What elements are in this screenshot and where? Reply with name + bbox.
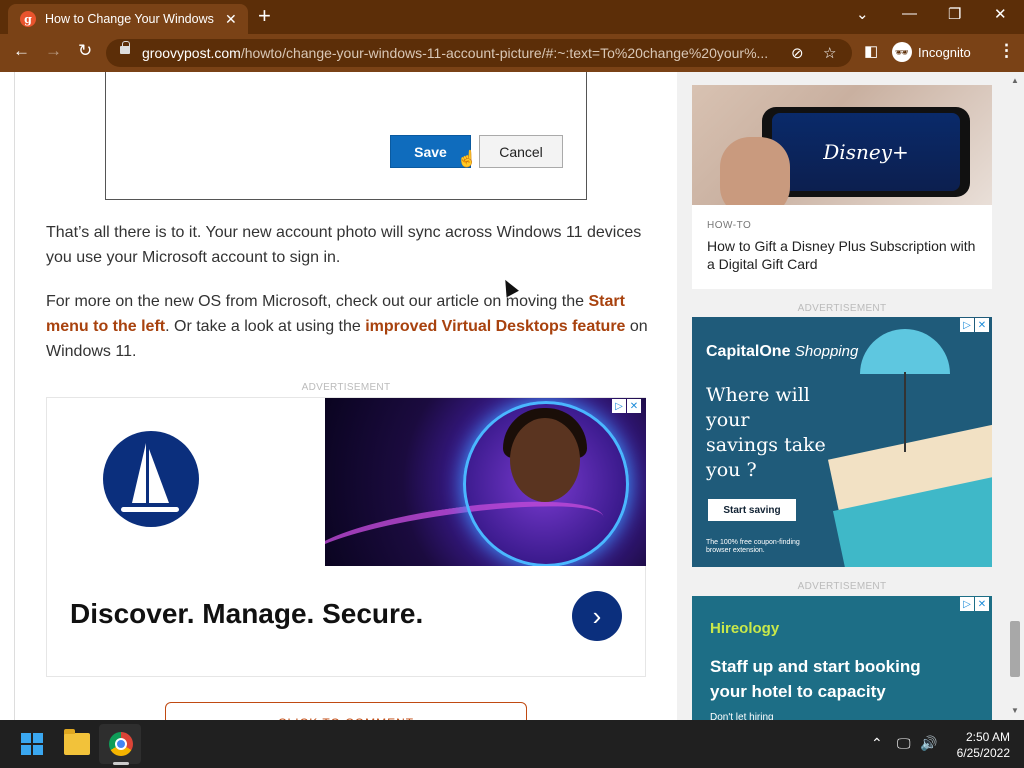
incognito-label: Incognito	[918, 44, 971, 60]
file-explorer-icon[interactable]	[64, 729, 90, 755]
tab-close-icon[interactable]: ✕	[225, 11, 237, 28]
ad-headline: Discover. Manage. Secure.	[70, 598, 424, 629]
clock-time: 2:50 AM	[965, 730, 1010, 744]
sailpoint-ad[interactable]: ▷ ✕ Discover. Manage. Secure. ›	[46, 397, 646, 677]
new-tab-button[interactable]: +	[258, 5, 271, 27]
content-border	[14, 72, 15, 720]
capital-one-logo: CapitalOne Shopping	[706, 343, 859, 360]
adchoices-icon[interactable]: ▷	[612, 399, 626, 413]
ad-close-icon[interactable]: ✕	[975, 597, 989, 611]
ad-label: ADVERTISEMENT	[301, 382, 391, 393]
start-button-icon[interactable]	[21, 733, 43, 755]
adchoices[interactable]: ▷ ✕	[960, 597, 989, 611]
scroll-thumb[interactable]	[1010, 621, 1020, 677]
disney-plus-image: Disney+	[692, 85, 992, 205]
clock-date: 6/25/2022	[956, 746, 1010, 760]
adchoices[interactable]: ▷ ✕	[960, 318, 989, 332]
scroll-up-icon[interactable]: ▲	[1011, 76, 1019, 85]
restore-button[interactable]: ❐	[948, 5, 961, 23]
ad-hero-image: ▷ ✕	[325, 398, 646, 566]
hireology-headline: Staff up and start booking your hotel to…	[710, 657, 921, 701]
tab-strip: g How to Change Your Windows 11 ✕ + ⌄ — …	[0, 0, 1024, 34]
ad-close-icon[interactable]: ✕	[627, 399, 641, 413]
sidebar-ad-label-1: ADVERTISEMENT	[797, 303, 887, 314]
chrome-icon[interactable]	[109, 732, 133, 756]
adchoices-icon[interactable]: ▷	[960, 597, 974, 611]
url-path: /howto/change-your-windows-11-account-pi…	[240, 45, 769, 61]
scroll-down-icon[interactable]: ▼	[1011, 706, 1019, 715]
capital-one-fineprint: The 100% free coupon-finding browser ext…	[706, 539, 800, 554]
article-paragraph-1: That’s all there is to it. Your new acco…	[46, 224, 642, 266]
comment-button[interactable]: CLICK TO COMMENT	[165, 702, 527, 720]
web-page: Save Cancel ☝ That’s all there is to it.…	[0, 72, 1024, 720]
hireology-logo: Hireology	[710, 620, 780, 637]
capital-one-ad[interactable]: CapitalOne Shopping Where will your savi…	[692, 317, 992, 567]
address-bar[interactable]: groovypost.com/howto/change-your-windows…	[106, 39, 852, 67]
screenshot-dialog-image: Save Cancel ☝	[105, 72, 587, 200]
url-text[interactable]: groovypost.com/howto/change-your-windows…	[142, 45, 782, 61]
active-app-indicator	[113, 762, 129, 765]
tab-search-icon[interactable]: ⌄	[856, 5, 869, 23]
start-saving-button[interactable]: Start saving	[708, 499, 796, 521]
sailpoint-logo-icon	[103, 431, 199, 527]
browser-toolbar: ← → ↻ groovypost.com/howto/change-your-w…	[0, 34, 1024, 72]
page-scrollbar[interactable]: ▲ ▼	[1007, 72, 1024, 720]
taskbar: ⌃ 🖵 🔊 2:50 AM 6/25/2022	[0, 720, 1024, 768]
system-clock[interactable]: 2:50 AM 6/25/2022	[946, 729, 1010, 761]
reload-button[interactable]: ↻	[78, 41, 92, 61]
side-panel-icon[interactable]: ◧	[864, 42, 878, 60]
bookmark-star-icon[interactable]: ☆	[823, 44, 836, 62]
back-button[interactable]: ←	[13, 41, 30, 61]
hireology-fineprint: Don't let hiring	[710, 712, 774, 720]
forward-button[interactable]: →	[45, 41, 62, 61]
card-title[interactable]: How to Gift a Disney Plus Subscription w…	[707, 237, 979, 273]
ad-close-icon[interactable]: ✕	[975, 318, 989, 332]
lock-icon[interactable]	[120, 41, 130, 54]
eye-slash-icon[interactable]: ⊘	[791, 44, 804, 62]
virtual-desktops-link[interactable]: improved Virtual Desktops feature	[365, 318, 625, 335]
disney-plus-screen: Disney+	[772, 113, 960, 191]
minimize-button[interactable]: —	[902, 5, 917, 22]
tray-overflow-icon[interactable]: ⌃	[871, 735, 883, 752]
sidebar-ad-label-2: ADVERTISEMENT	[797, 581, 887, 592]
card-category: HOW-TO	[707, 220, 752, 231]
related-article-card[interactable]: Disney+ HOW-TO How to Gift a Disney Plus…	[692, 85, 992, 289]
cancel-button: Cancel	[479, 135, 563, 168]
hireology-ad[interactable]: Hireology Staff up and start booking you…	[692, 596, 992, 720]
ad-arrow-button[interactable]: ›	[572, 591, 622, 641]
browser-menu-icon[interactable]: ⋮	[998, 41, 1015, 61]
article-paragraph-2: For more on the new OS from Microsoft, c…	[46, 289, 652, 364]
capital-one-headline: Where will your savings take you ?	[706, 384, 826, 481]
incognito-icon: 🕶	[892, 42, 912, 62]
volume-icon[interactable]: 🔊	[920, 735, 937, 752]
url-domain: groovypost.com	[142, 45, 241, 61]
incognito-indicator[interactable]: 🕶 Incognito	[892, 42, 971, 62]
adchoices-icon[interactable]: ▷	[960, 318, 974, 332]
network-icon[interactable]: 🖵	[897, 735, 911, 752]
adchoices[interactable]: ▷ ✕	[612, 399, 641, 413]
hand-cursor-icon: ☝	[457, 151, 477, 168]
close-window-button[interactable]: ✕	[994, 5, 1007, 23]
para2-text-b: . Or take a look at using the	[165, 318, 366, 335]
groovypost-favicon-icon: g	[20, 11, 36, 27]
browser-tab[interactable]: g How to Change Your Windows 11 ✕	[8, 4, 248, 34]
tab-title: How to Change Your Windows 11	[45, 12, 217, 26]
beach-umbrella-icon	[860, 329, 950, 374]
